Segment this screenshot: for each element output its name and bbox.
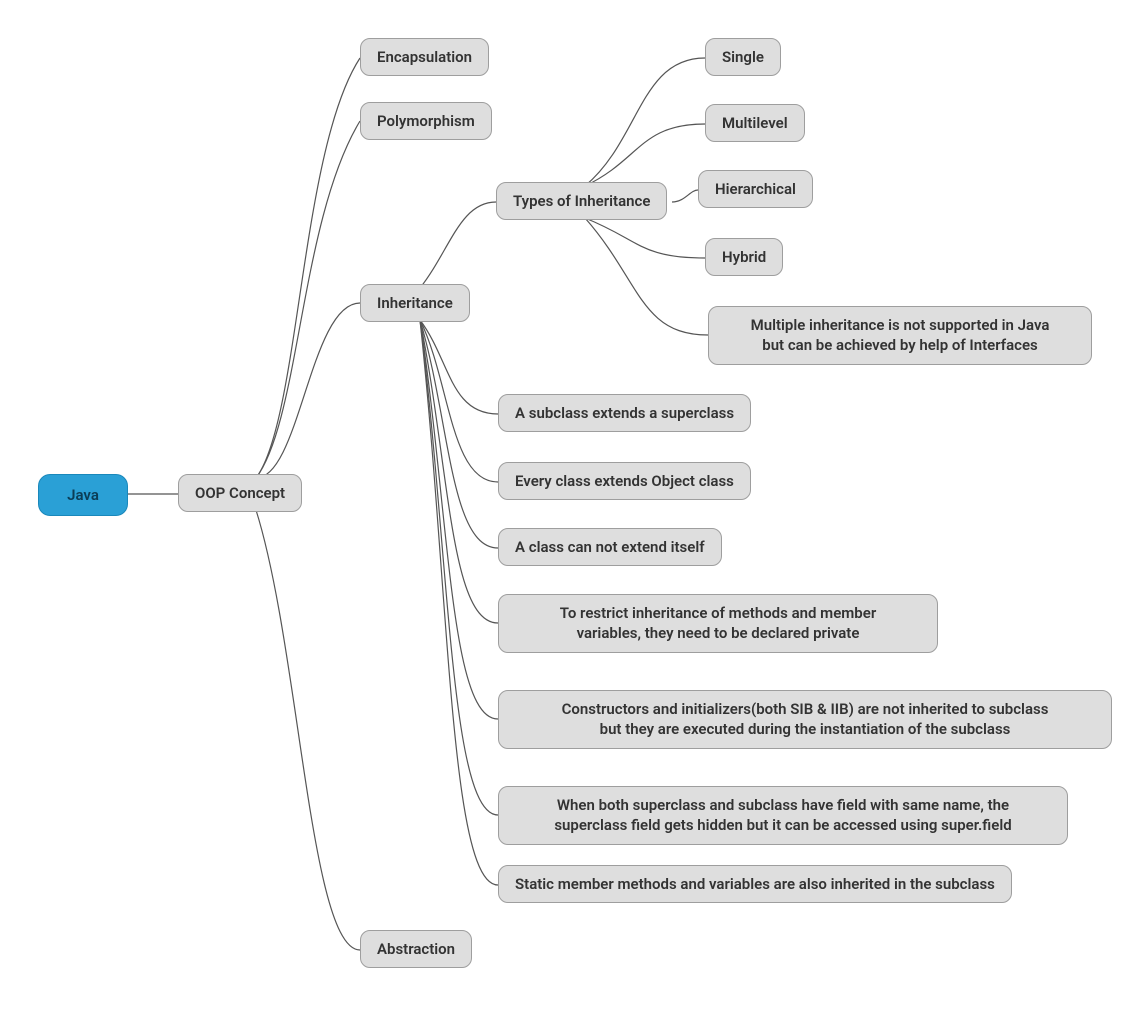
node-fact-constructors[interactable]: Constructors and initializers(both SIB &… — [498, 690, 1112, 749]
node-fact-static-inherited[interactable]: Static member methods and variables are … — [498, 865, 1012, 903]
node-fact-extends-object[interactable]: Every class extends Object class — [498, 462, 751, 500]
node-type-single[interactable]: Single — [705, 38, 781, 76]
node-oop-concept[interactable]: OOP Concept — [178, 474, 302, 512]
node-fact-subclass-extends[interactable]: A subclass extends a superclass — [498, 394, 751, 432]
connectors — [0, 0, 1147, 1010]
node-types-of-inheritance[interactable]: Types of Inheritance — [496, 182, 667, 220]
node-inheritance[interactable]: Inheritance — [360, 284, 470, 322]
node-type-multilevel[interactable]: Multilevel — [705, 104, 805, 142]
node-abstraction[interactable]: Abstraction — [360, 930, 472, 968]
root-node-java[interactable]: Java — [38, 474, 128, 516]
node-fact-private-restrict[interactable]: To restrict inheritance of methods and m… — [498, 594, 938, 653]
node-type-hybrid[interactable]: Hybrid — [705, 238, 783, 276]
node-polymorphism[interactable]: Polymorphism — [360, 102, 492, 140]
node-type-hierarchical[interactable]: Hierarchical — [698, 170, 813, 208]
node-type-multiple-note[interactable]: Multiple inheritance is not supported in… — [708, 306, 1092, 365]
node-encapsulation[interactable]: Encapsulation — [360, 38, 489, 76]
node-fact-not-self[interactable]: A class can not extend itself — [498, 528, 722, 566]
node-fact-hidden-field[interactable]: When both superclass and subclass have f… — [498, 786, 1068, 845]
